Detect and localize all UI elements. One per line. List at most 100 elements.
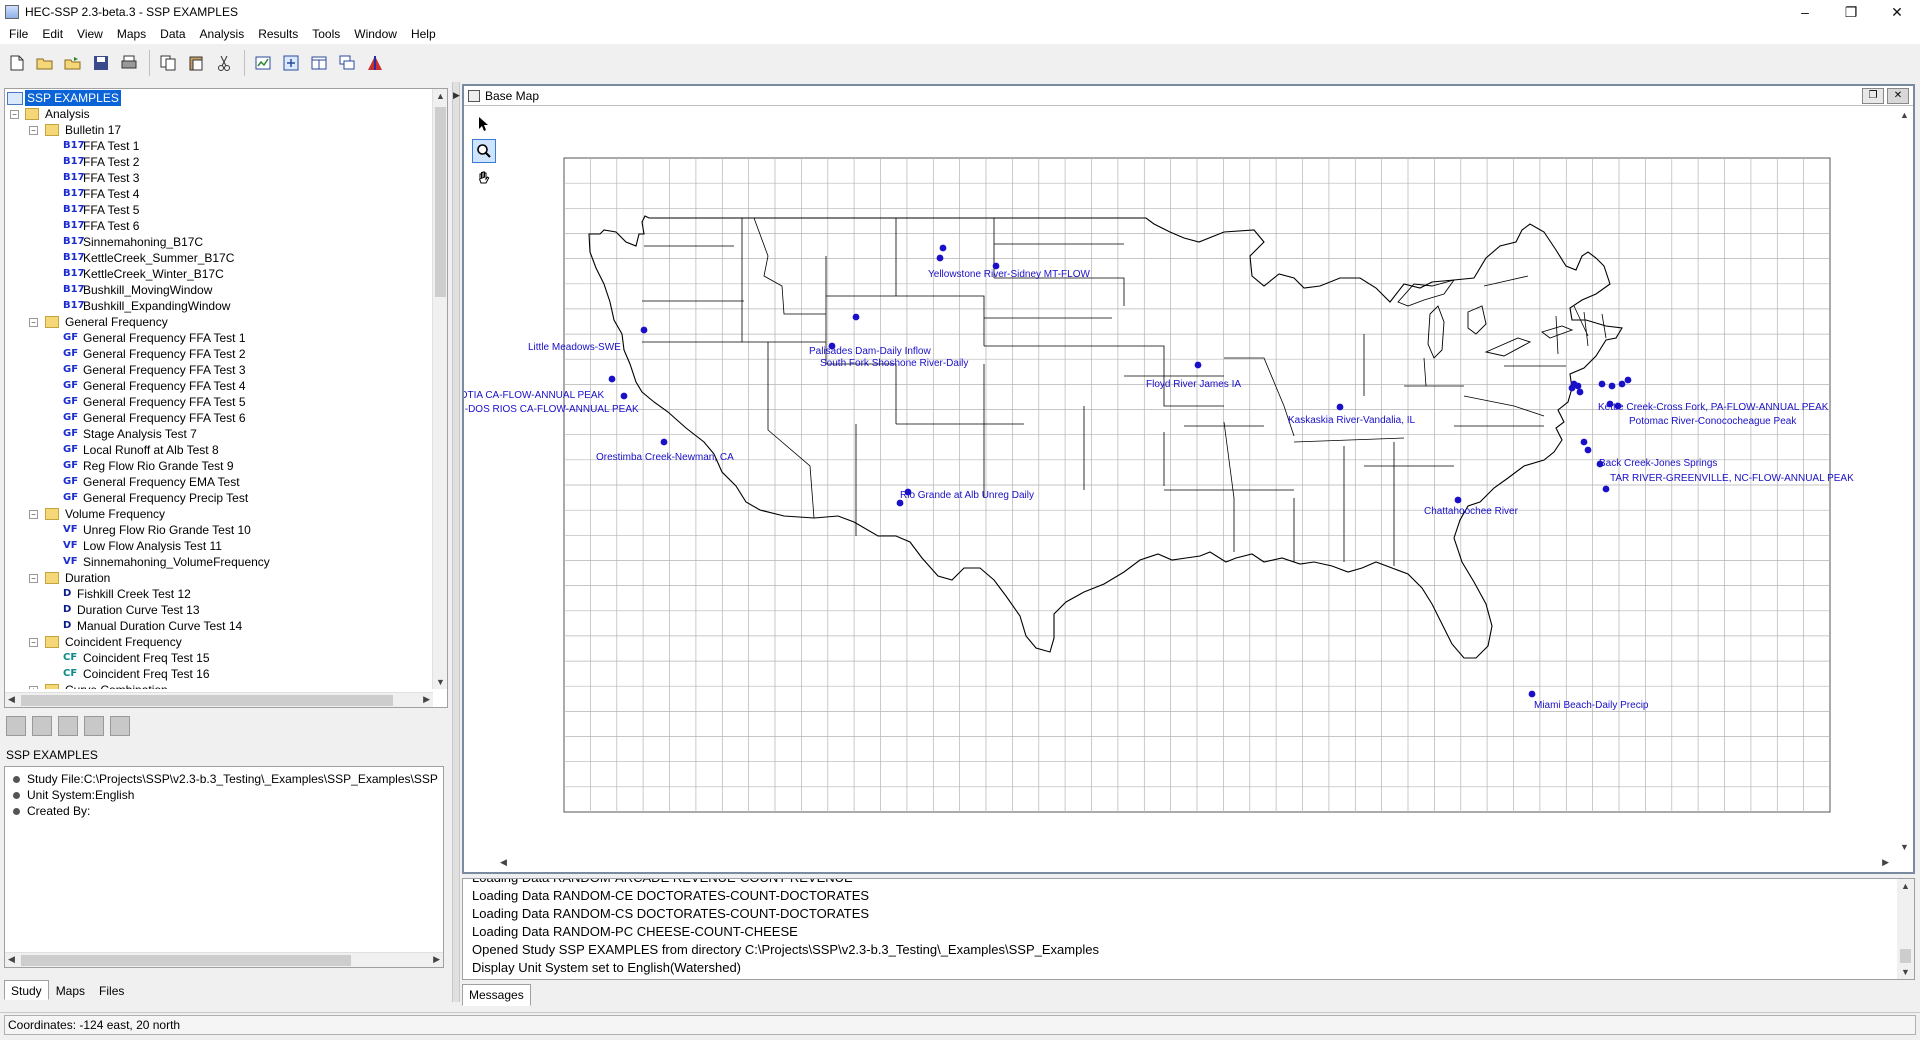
tab-study[interactable]: Study [4, 980, 49, 1000]
tree-item[interactable]: GF General Frequency Precip Test [5, 490, 433, 506]
compute-button[interactable] [278, 50, 304, 76]
edit-analysis-button[interactable] [32, 716, 52, 736]
tree-item[interactable]: GF Local Runoff at Alb Test 8 [5, 442, 433, 458]
scroll-right-icon[interactable]: ▶ [1882, 857, 1889, 868]
tree-item[interactable]: CF Coincident Freq Test 16 [5, 666, 433, 682]
scroll-left-icon[interactable]: ◀ [8, 694, 15, 705]
menu-results[interactable]: Results [251, 24, 305, 44]
scroll-right-icon[interactable]: ▶ [423, 694, 430, 705]
map-restore-button[interactable]: ❐ [1862, 88, 1884, 104]
gauge-marker[interactable] [1576, 388, 1584, 396]
tree-item[interactable]: GF General Frequency FFA Test 1 [5, 330, 433, 346]
zoom-tool[interactable] [472, 139, 496, 163]
menu-window[interactable]: Window [347, 24, 404, 44]
gauge-marker[interactable] [1574, 382, 1582, 390]
tree-item[interactable]: B17 KettleCreek_Winter_B17C [5, 266, 433, 282]
gauge-label[interactable]: Back Creek-Jones Springs [1599, 458, 1717, 469]
gauge-marker[interactable] [1598, 380, 1606, 388]
collapse-icon[interactable]: − [29, 574, 38, 583]
tree-item[interactable]: VF Sinnemahoning_VolumeFrequency [5, 554, 433, 570]
tree-item[interactable]: D Manual Duration Curve Test 14 [5, 618, 433, 634]
tree-item[interactable]: GF General Frequency FFA Test 4 [5, 378, 433, 394]
print-button[interactable] [116, 50, 142, 76]
tree-item[interactable]: B17 FFA Test 6 [5, 218, 433, 234]
run-analysis-button[interactable] [110, 716, 130, 736]
tree-item[interactable]: GF General Frequency FFA Test 6 [5, 410, 433, 426]
map-close-button[interactable]: ✕ [1887, 88, 1909, 104]
tree-item[interactable]: CF Coincident Freq Test 15 [5, 650, 433, 666]
tree-vertical-scroll-thumb[interactable] [435, 107, 446, 297]
tab-maps[interactable]: Maps [49, 980, 92, 1000]
tree-item[interactable]: B17 Bushkill_ExpandingWindow [5, 298, 433, 314]
gauge-marker[interactable] [1194, 361, 1202, 369]
close-button[interactable]: ✕ [1874, 0, 1920, 24]
collapse-icon[interactable]: − [29, 638, 38, 647]
info-horizontal-scroll-thumb[interactable] [21, 955, 351, 966]
scroll-down-icon[interactable]: ▼ [436, 677, 445, 687]
tree-item[interactable]: B17 KettleCreek_Summer_B17C [5, 250, 433, 266]
tree-folder[interactable]: + Curve Combination [5, 682, 433, 689]
map-canvas[interactable]: Little Meadows-SWE EEL R-SCOTIA CA-FLOW-A… [464, 106, 1897, 854]
gauge-label[interactable]: Orestimba Creek-Newman, CA [596, 452, 734, 463]
cascade-windows-button[interactable] [334, 50, 360, 76]
gauge-marker[interactable] [936, 254, 944, 262]
gauge-marker[interactable] [1602, 485, 1610, 493]
tile-windows-button[interactable] [306, 50, 332, 76]
collapse-icon[interactable]: − [29, 126, 38, 135]
tree-item[interactable]: GF Reg Flow Rio Grande Test 9 [5, 458, 433, 474]
tree-folder[interactable]: − Bulletin 17 [5, 122, 433, 138]
tree-item[interactable]: D Fishkill Creek Test 12 [5, 586, 433, 602]
menu-view[interactable]: View [70, 24, 110, 44]
tree-item[interactable]: GF General Frequency FFA Test 5 [5, 394, 433, 410]
tree-horizontal-scroll-thumb[interactable] [21, 695, 393, 706]
messages-vertical-scrollbar[interactable]: ▲ ▼ [1897, 879, 1914, 979]
tab-files[interactable]: Files [92, 980, 131, 1000]
tree-item[interactable]: B17 FFA Test 3 [5, 170, 433, 186]
gauge-label[interactable]: Miami Beach-Daily Precip [1534, 700, 1649, 711]
tree-item[interactable]: B17 Sinnemahoning_B17C [5, 234, 433, 250]
gauge-label[interactable]: TAR RIVER-GREENVILLE, NC-FLOW-ANNUAL PEA… [1610, 473, 1854, 484]
gauge-label[interactable]: Rio Grande at Alb Unreg Daily [900, 490, 1034, 501]
tree-item[interactable]: VF Low Flow Analysis Test 11 [5, 538, 433, 554]
open-recent-button[interactable] [60, 50, 86, 76]
tree-item[interactable]: VF Unreg Flow Rio Grande Test 10 [5, 522, 433, 538]
menu-tools[interactable]: Tools [305, 24, 347, 44]
gauge-marker[interactable] [1568, 384, 1576, 392]
pan-tool[interactable] [472, 166, 496, 190]
gauge-marker[interactable] [640, 326, 648, 334]
tree-item[interactable]: GF General Frequency FFA Test 3 [5, 362, 433, 378]
tree-item[interactable]: B17 FFA Test 1 [5, 138, 433, 154]
collapse-icon[interactable]: − [10, 110, 19, 119]
tree-vertical-scrollbar[interactable]: ▲ ▼ [432, 89, 447, 689]
gauge-marker[interactable] [1618, 380, 1626, 388]
scroll-up-icon[interactable]: ▲ [1900, 110, 1909, 120]
open-study-button[interactable] [32, 50, 58, 76]
gauge-marker[interactable] [1454, 496, 1462, 504]
tree-item[interactable]: B17 Bushkill_MovingWindow [5, 282, 433, 298]
collapse-arrow-icon[interactable]: ▶ [453, 90, 460, 101]
gauge-label[interactable]: Kaskaskia River-Vandalia, IL [1288, 415, 1416, 426]
gauge-marker[interactable] [852, 313, 860, 321]
tab-messages[interactable]: Messages [462, 984, 531, 1006]
tree-folder[interactable]: − Duration [5, 570, 433, 586]
plot-button[interactable] [362, 50, 388, 76]
new-analysis-button[interactable] [6, 716, 26, 736]
gauge-label[interactable]: MF EEL R-DOS RIOS CA-FLOW-ANNUAL PEAK [464, 404, 639, 415]
map-vertical-scrollbar[interactable]: ▲ ▼ [1895, 108, 1913, 854]
gauge-marker[interactable] [1580, 438, 1588, 446]
scroll-left-icon[interactable]: ◀ [500, 857, 507, 868]
menu-file[interactable]: File [2, 24, 35, 44]
gauge-label[interactable]: Little Meadows-SWE [528, 342, 621, 353]
map-horizontal-scrollbar[interactable]: ◀ ▶ [464, 854, 1897, 872]
scroll-left-icon[interactable]: ◀ [8, 954, 15, 965]
tree-item[interactable]: B17 FFA Test 5 [5, 202, 433, 218]
gauge-marker[interactable] [608, 375, 616, 383]
tree-item[interactable]: GF General Frequency EMA Test [5, 474, 433, 490]
menu-analysis[interactable]: Analysis [193, 24, 252, 44]
tree-item[interactable]: GF General Frequency FFA Test 2 [5, 346, 433, 362]
tree-root[interactable]: SSP EXAMPLES [5, 90, 433, 106]
tree-horizontal-scrollbar[interactable]: ◀ ▶ [5, 692, 433, 707]
gauge-marker[interactable] [1624, 376, 1632, 384]
gauge-marker[interactable] [1528, 690, 1536, 698]
gauge-label[interactable]: Floyd River James IA [1146, 379, 1241, 390]
